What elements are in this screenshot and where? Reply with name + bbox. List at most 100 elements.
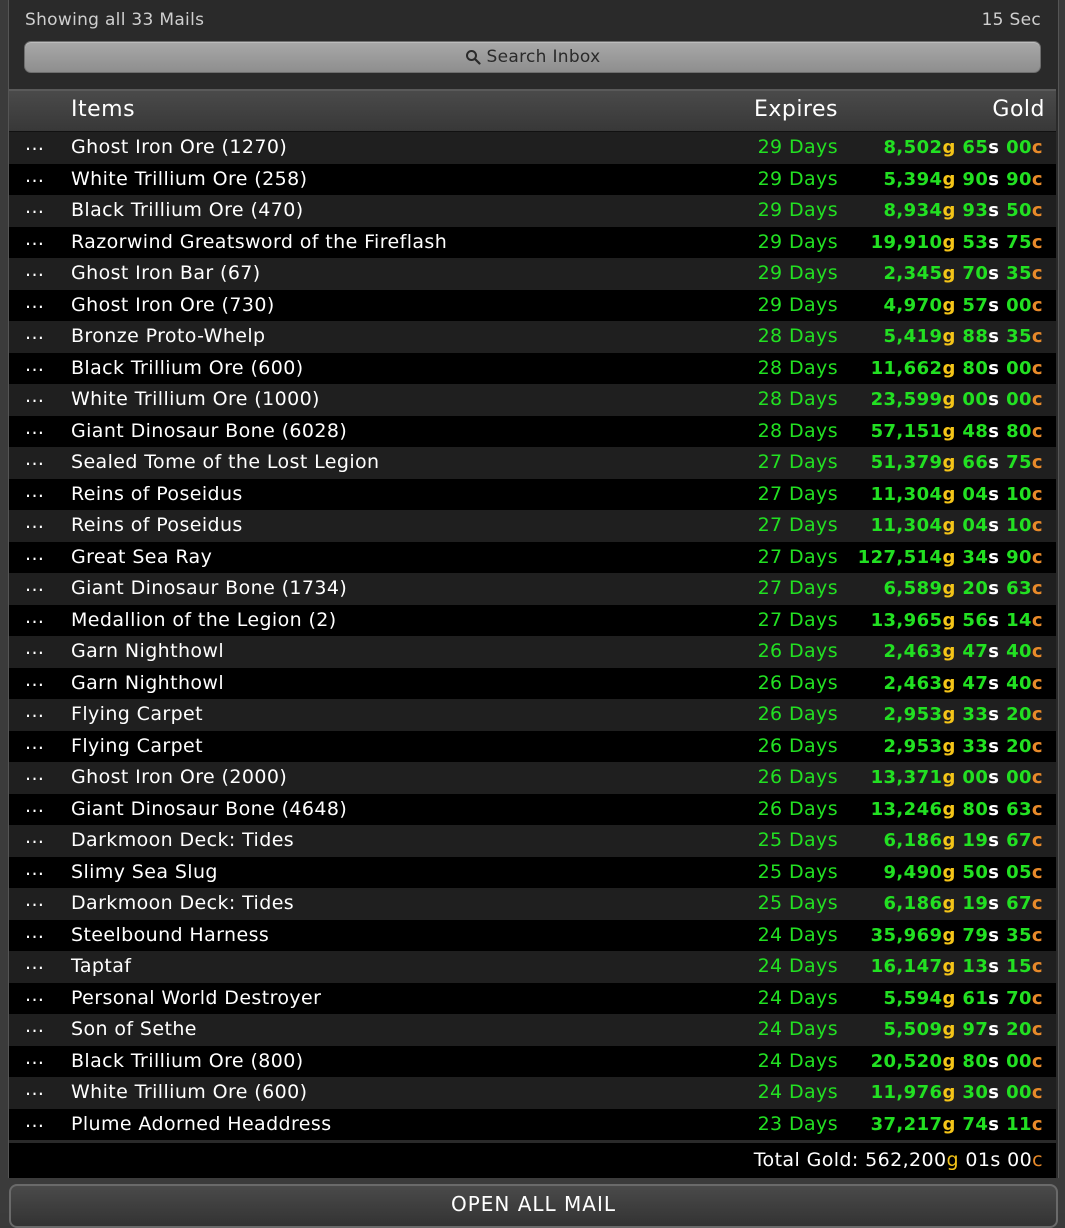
mail-item-name[interactable]: Ghost Iron Ore (2000) (71, 762, 287, 794)
mail-row[interactable]: ... Giant Dinosaur Bone (6028) 28 Days 57,1… (9, 413, 1056, 448)
mail-item-name[interactable]: Reins of Poseidus (71, 479, 243, 511)
row-menu-button[interactable]: ... (25, 728, 44, 760)
row-menu-button[interactable]: ... (25, 413, 44, 445)
row-menu-button[interactable]: ... (25, 444, 44, 476)
mail-row[interactable]: ... Giant Dinosaur Bone (1734) 27 Days 6,58… (9, 573, 1056, 605)
mail-row[interactable]: ... Ghost Iron Ore (730) 29 Days 4,970g 57s… (9, 287, 1056, 322)
row-menu-button[interactable]: ... (25, 507, 44, 539)
row-menu-button[interactable]: ... (25, 129, 44, 161)
mail-row[interactable]: ... Slimy Sea Slug 25 Days 9,490g 50s 05c (9, 854, 1056, 889)
mail-item-name[interactable]: Darkmoon Deck: Tides (71, 825, 294, 857)
mail-row[interactable]: ... Darkmoon Deck: Tides 25 Days 6,186g 19s… (9, 888, 1056, 920)
mail-row[interactable]: ... Reins of Poseidus 27 Days 11,304g 04s 1… (9, 510, 1056, 542)
row-menu-button[interactable]: ... (25, 476, 44, 508)
mail-item-name[interactable]: Giant Dinosaur Bone (6028) (71, 416, 347, 448)
row-menu-button[interactable]: ... (25, 318, 44, 350)
row-menu-button[interactable]: ... (25, 822, 44, 854)
column-header-expires[interactable]: Expires (754, 97, 838, 122)
mail-row[interactable]: ... Ghost Iron Ore (1270) 29 Days 8,502g 65… (9, 132, 1056, 164)
row-menu-button[interactable]: ... (25, 1011, 44, 1043)
mail-item-name[interactable]: Ghost Iron Bar (67) (71, 258, 261, 290)
row-menu-button[interactable]: ... (25, 350, 44, 382)
row-menu-button[interactable]: ... (25, 381, 44, 413)
mail-item-name[interactable]: White Trillium Ore (1000) (71, 384, 320, 416)
mail-item-name[interactable]: Black Trillium Ore (800) (71, 1046, 304, 1078)
row-menu-button[interactable]: ... (25, 1043, 44, 1075)
search-inbox-button[interactable]: Search Inbox (24, 41, 1041, 73)
mail-row[interactable]: ... Flying Carpet 26 Days 2,953g 33s 20c (9, 699, 1056, 731)
mail-item-name[interactable]: Medallion of the Legion (2) (71, 605, 337, 637)
open-all-mail-button[interactable]: OPEN ALL MAIL (9, 1184, 1058, 1228)
row-menu-button[interactable]: ... (25, 696, 44, 728)
mail-item-name[interactable]: Great Sea Ray (71, 542, 212, 574)
row-menu-button[interactable]: ... (25, 255, 44, 287)
mail-row[interactable]: ... Taptaf 24 Days 16,147g 13s 15c (9, 951, 1056, 983)
row-menu-button[interactable]: ... (25, 917, 44, 949)
row-menu-button[interactable]: ... (25, 948, 44, 980)
mail-row[interactable]: ... Garn Nighthowl 26 Days 2,463g 47s 40c (9, 636, 1056, 668)
row-menu-button[interactable]: ... (25, 980, 44, 1012)
mail-row[interactable]: ... Black Trillium Ore (800) 24 Days 20,520… (9, 1043, 1056, 1078)
mail-row[interactable]: ... Garn Nighthowl 26 Days 2,463g 47s 40c (9, 665, 1056, 700)
mail-row[interactable]: ... Personal World Destroyer 24 Days 5,594g… (9, 980, 1056, 1015)
row-menu-button[interactable]: ... (25, 885, 44, 917)
mail-item-name[interactable]: Razorwind Greatsword of the Fireflash (71, 227, 447, 259)
mail-row[interactable]: ... White Trillium Ore (600) 24 Days 11,976… (9, 1077, 1056, 1109)
mail-item-name[interactable]: Giant Dinosaur Bone (1734) (71, 573, 347, 605)
mail-item-name[interactable]: Giant Dinosaur Bone (4648) (71, 794, 347, 826)
mail-row[interactable]: ... White Trillium Ore (1000) 28 Days 23,59… (9, 384, 1056, 416)
mail-row[interactable]: ... Reins of Poseidus 27 Days 11,304g 04s 1… (9, 476, 1056, 511)
row-menu-button[interactable]: ... (25, 759, 44, 791)
mail-row[interactable]: ... Razorwind Greatsword of the Fireflash… (9, 224, 1056, 259)
mail-item-name[interactable]: Taptaf (71, 951, 131, 983)
mail-item-name[interactable]: White Trillium Ore (600) (71, 1077, 307, 1109)
row-menu-button[interactable]: ... (25, 287, 44, 319)
mail-row[interactable]: ... Giant Dinosaur Bone (4648) 26 Days 13,2… (9, 791, 1056, 826)
mail-item-name[interactable]: Garn Nighthowl (71, 636, 224, 668)
row-menu-button[interactable]: ... (25, 224, 44, 256)
mail-row[interactable]: ... Black Trillium Ore (600) 28 Days 11,662… (9, 350, 1056, 385)
mail-item-name[interactable]: Flying Carpet (71, 731, 203, 763)
mail-item-name[interactable]: Ghost Iron Ore (730) (71, 290, 275, 322)
mail-item-name[interactable]: Personal World Destroyer (71, 983, 321, 1015)
mail-row[interactable]: ... Plume Adorned Headdress 23 Days 37,217g… (9, 1106, 1056, 1141)
mail-row[interactable]: ... White Trillium Ore (258) 29 Days 5,394g… (9, 161, 1056, 196)
row-menu-button[interactable]: ... (25, 192, 44, 224)
row-menu-button[interactable]: ... (25, 854, 44, 886)
mail-item-name[interactable]: Bronze Proto-Whelp (71, 321, 266, 353)
row-menu-button[interactable]: ... (25, 570, 44, 602)
column-header-items[interactable]: Items (71, 97, 135, 122)
mail-item-name[interactable]: Plume Adorned Headdress (71, 1109, 332, 1141)
row-menu-button[interactable]: ... (25, 1074, 44, 1106)
row-menu-button[interactable]: ... (25, 161, 44, 193)
mail-item-name[interactable]: Slimy Sea Slug (71, 857, 218, 889)
row-menu-button[interactable]: ... (25, 665, 44, 697)
mail-item-name[interactable]: Black Trillium Ore (600) (71, 353, 304, 385)
mail-item-name[interactable]: Sealed Tome of the Lost Legion (71, 447, 380, 479)
mail-row[interactable]: ... Medallion of the Legion (2) 27 Days 13,… (9, 602, 1056, 637)
mail-item-name[interactable]: Garn Nighthowl (71, 668, 224, 700)
row-menu-button[interactable]: ... (25, 633, 44, 665)
mail-row[interactable]: ... Bronze Proto-Whelp 28 Days 5,419g 88s 3… (9, 321, 1056, 353)
mail-item-name[interactable]: White Trillium Ore (258) (71, 164, 307, 196)
mail-item-name[interactable]: Steelbound Harness (71, 920, 269, 952)
mail-row[interactable]: ... Son of Sethe 24 Days 5,509g 97s 20c (9, 1014, 1056, 1046)
mail-row[interactable]: ... Steelbound Harness 24 Days 35,969g 79s … (9, 917, 1056, 952)
mail-item-name[interactable]: Black Trillium Ore (470) (71, 195, 304, 227)
mail-row[interactable]: ... Great Sea Ray 27 Days 127,514g 34s 90c (9, 539, 1056, 574)
row-menu-button[interactable]: ... (25, 602, 44, 634)
mail-row[interactable]: ... Ghost Iron Ore (2000) 26 Days 13,371g 0… (9, 762, 1056, 794)
mail-item-name[interactable]: Ghost Iron Ore (1270) (71, 132, 287, 164)
mail-row[interactable]: ... Sealed Tome of the Lost Legion 27 Days… (9, 447, 1056, 479)
mail-item-name[interactable]: Darkmoon Deck: Tides (71, 888, 294, 920)
mail-row[interactable]: ... Ghost Iron Bar (67) 29 Days 2,345g 70s … (9, 258, 1056, 290)
mail-item-name[interactable]: Flying Carpet (71, 699, 203, 731)
mail-item-name[interactable]: Reins of Poseidus (71, 510, 243, 542)
mail-row[interactable]: ... Darkmoon Deck: Tides 25 Days 6,186g 19s… (9, 825, 1056, 857)
mail-item-name[interactable]: Son of Sethe (71, 1014, 197, 1046)
row-menu-button[interactable]: ... (25, 791, 44, 823)
column-header-gold[interactable]: Gold (992, 97, 1045, 122)
mail-row[interactable]: ... Black Trillium Ore (470) 29 Days 8,934g… (9, 195, 1056, 227)
row-menu-button[interactable]: ... (25, 1106, 44, 1138)
row-menu-button[interactable]: ... (25, 539, 44, 571)
